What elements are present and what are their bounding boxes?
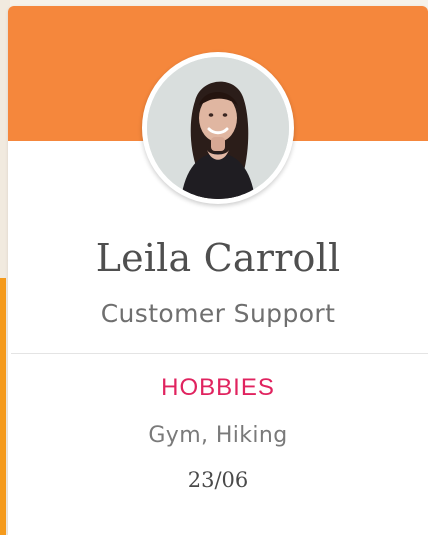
avatar [142,52,294,204]
person-name: Leila Carroll [95,236,341,280]
profile-card: Leila Carroll Customer Support HOBBIES G… [8,6,428,535]
section-divider [11,353,428,354]
person-role: Customer Support [100,299,336,328]
avatar-photo [147,57,289,199]
hobbies-value: Gym, Hiking [148,423,288,448]
hobbies-label: HOBBIES [161,374,275,401]
profile-date: 23/06 [187,468,249,492]
backdrop-accent-bar [0,278,6,535]
